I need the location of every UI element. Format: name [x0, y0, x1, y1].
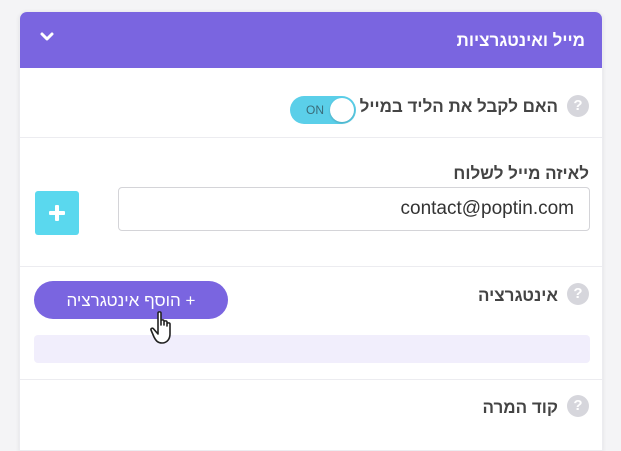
toggle-knob: [330, 98, 354, 122]
add-integration-button[interactable]: + הוסף אינטגרציה: [34, 281, 228, 319]
email-field[interactable]: [118, 187, 590, 231]
lead-email-label: האם לקבל את הליד במייל: [359, 97, 558, 116]
help-icon[interactable]: ?: [567, 95, 589, 117]
add-email-button[interactable]: [35, 191, 79, 235]
integration-label: אינטגרציה: [478, 286, 558, 305]
hand-cursor-icon: [150, 311, 171, 344]
chevron-down-icon[interactable]: [38, 28, 56, 46]
panel-header[interactable]: מייל ואינטגרציות: [20, 12, 602, 68]
help-icon[interactable]: ?: [567, 283, 589, 305]
panel-title: מייל ואינטגרציות: [456, 31, 585, 50]
help-icon[interactable]: ?: [567, 395, 589, 417]
promo-code-row: ? קוד המרה: [20, 380, 602, 450]
plus-icon-vertical: [55, 205, 59, 221]
send-to-email-label: לאיזה מייל לשלוח: [453, 164, 589, 183]
email-integrations-panel: מייל ואינטגרציות ? האם לקבל את הליד במיי…: [19, 11, 603, 451]
toggle-state-text: ON: [306, 103, 324, 117]
lead-email-toggle[interactable]: ON: [290, 96, 356, 124]
lead-email-row: ? האם לקבל את הליד במייל ON: [20, 68, 602, 138]
promo-code-label: קוד המרה: [482, 398, 558, 417]
integrations-list: [34, 335, 590, 363]
